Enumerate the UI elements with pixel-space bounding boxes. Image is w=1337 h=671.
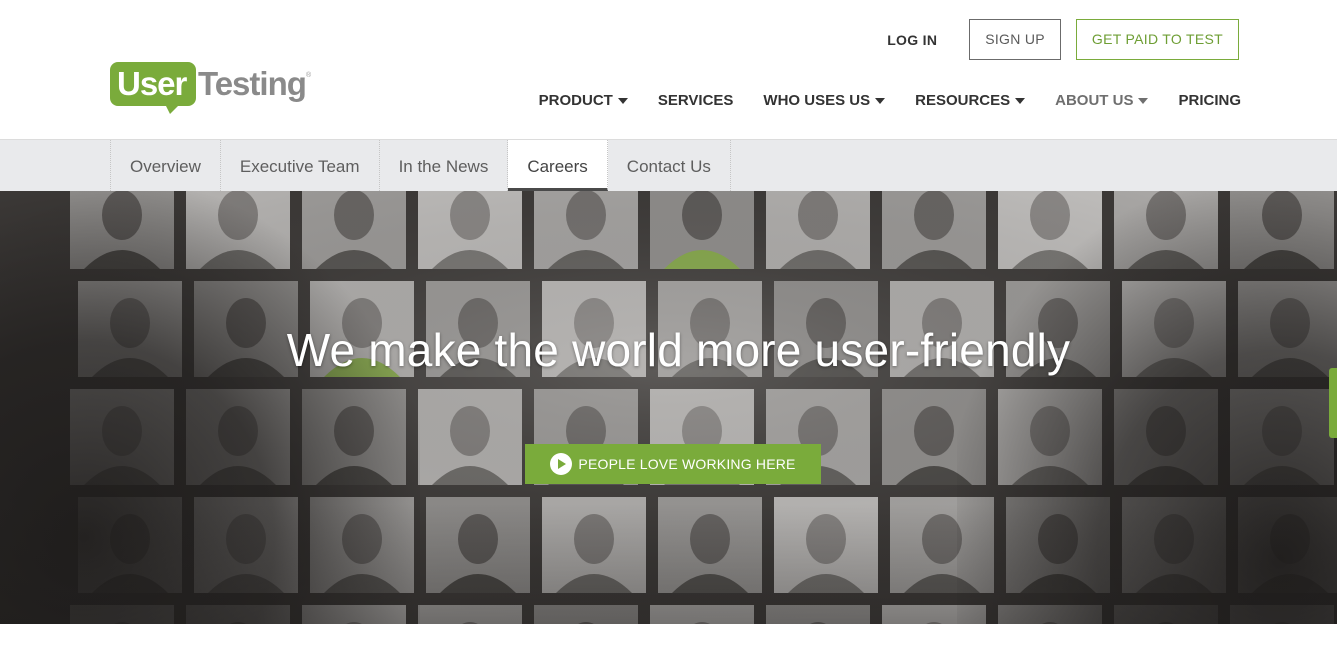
site-header: User Testing ® LOG IN SIGN UP GET PAID T…: [0, 0, 1337, 139]
play-circle-icon: [550, 453, 573, 475]
tab-overview[interactable]: Overview: [111, 140, 221, 191]
logo-text-testing: Testing: [198, 65, 307, 102]
signup-button[interactable]: SIGN UP: [969, 19, 1061, 60]
nav-item-label: ABOUT US: [1055, 92, 1134, 109]
hero-cta-label: PEOPLE LOVE WORKING HERE: [578, 456, 796, 472]
logo-text-user: User: [117, 65, 187, 102]
usertesting-logo[interactable]: User Testing ®: [110, 62, 312, 114]
caret-down-icon: [617, 98, 628, 104]
nav-item-pricing[interactable]: PRICING: [1178, 92, 1241, 109]
careers-hero: We make the world more user-friendly PEO…: [0, 191, 1337, 624]
top-actions: LOG IN SIGN UP GET PAID TO TEST: [887, 19, 1239, 60]
main-nav: PRODUCT SERVICES WHO USES US RESOURCES A…: [509, 92, 1241, 109]
feedback-side-tab[interactable]: [1329, 368, 1337, 438]
tab-contact-us[interactable]: Contact Us: [608, 140, 731, 191]
get-paid-to-test-button[interactable]: GET PAID TO TEST: [1075, 19, 1239, 60]
login-link[interactable]: LOG IN: [887, 32, 937, 48]
nav-item-label: WHO USES US: [763, 92, 871, 109]
logo-speech-tail: [164, 102, 182, 114]
nav-item-services[interactable]: SERVICES: [658, 92, 734, 109]
subnav-tabs: Overview Executive Team In the News Care…: [110, 140, 731, 191]
nav-item-resources[interactable]: RESOURCES: [915, 92, 1026, 109]
about-subnav: Overview Executive Team In the News Care…: [0, 139, 1337, 191]
hero-bottom-shade: [0, 504, 1337, 624]
nav-item-label: RESOURCES: [915, 92, 1011, 109]
tab-executive-team[interactable]: Executive Team: [221, 140, 380, 191]
nav-item-label: PRODUCT: [538, 92, 613, 109]
nav-item-about-us[interactable]: ABOUT US: [1055, 92, 1149, 109]
nav-item-product[interactable]: PRODUCT: [539, 92, 628, 109]
tab-in-the-news[interactable]: In the News: [380, 140, 509, 191]
tab-careers[interactable]: Careers: [508, 140, 608, 191]
nav-item-label: SERVICES: [657, 92, 734, 109]
nav-item-who-uses-us[interactable]: WHO USES US: [763, 92, 886, 109]
logo-registered-mark: ®: [306, 72, 312, 79]
caret-down-icon: [1015, 98, 1026, 104]
people-love-working-here-button[interactable]: PEOPLE LOVE WORKING HERE: [525, 444, 821, 484]
page-below-hero: [0, 624, 1337, 671]
hero-headline: We make the world more user-friendly: [286, 324, 1071, 376]
nav-item-label: PRICING: [1178, 92, 1241, 109]
caret-down-icon: [875, 98, 886, 104]
caret-down-icon: [1138, 98, 1149, 104]
